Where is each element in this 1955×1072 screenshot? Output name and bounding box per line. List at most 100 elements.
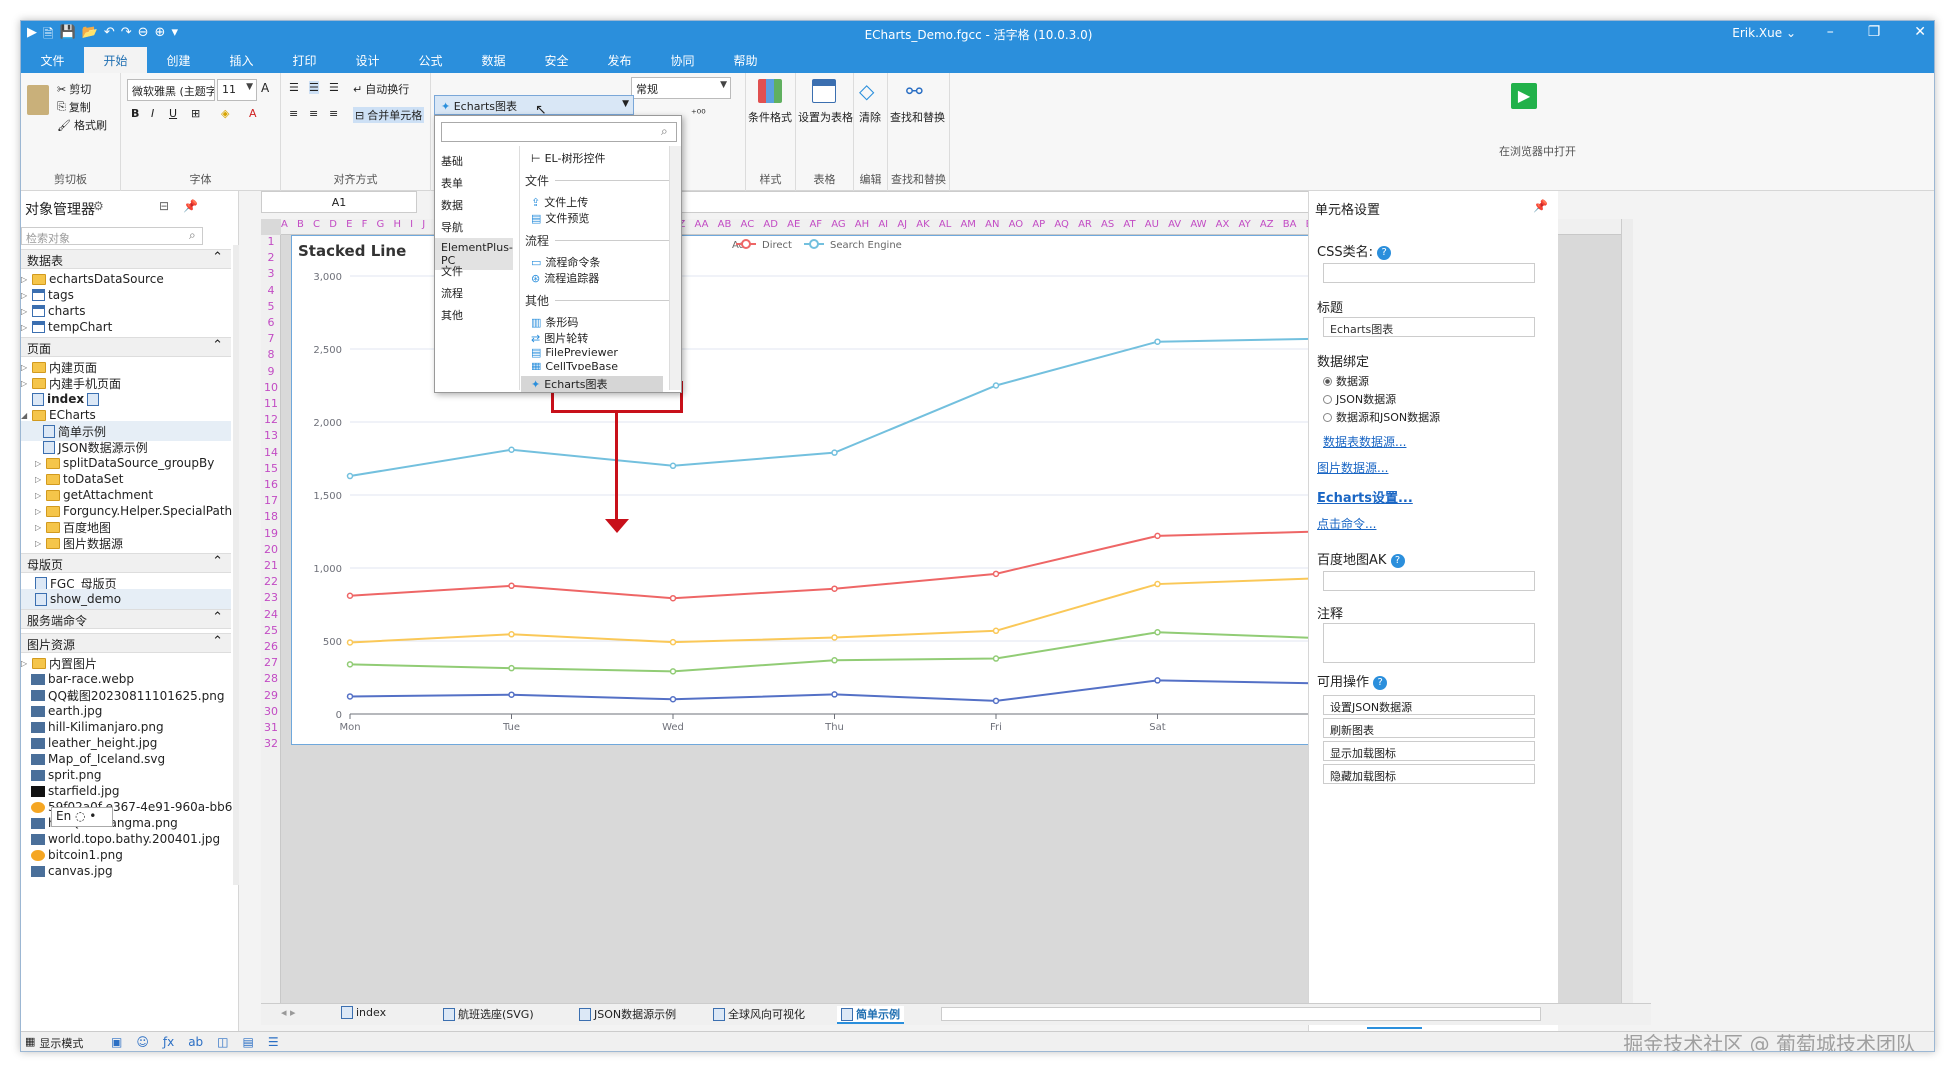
display-mode[interactable]: ▦ 显示模式 [25,1035,83,1051]
popup-category[interactable]: 表单 [435,172,513,194]
row-number[interactable]: 26 [261,640,281,653]
underline-button[interactable]: U [169,107,177,120]
row-number[interactable]: 16 [261,478,281,491]
wrap-text-button[interactable]: ↵ 自动换行 [353,81,409,97]
font-name-select[interactable]: 微软雅黑 (主题字 [127,79,215,101]
conditional-format-button[interactable] [758,79,782,103]
row-number[interactable]: 14 [261,446,281,459]
row-number[interactable]: 3 [261,267,281,280]
item-echarts[interactable]: ✦ Echarts图表 [521,376,663,392]
image-datasource-link[interactable]: 图片数据源... [1317,459,1388,476]
font-size-select[interactable]: 11 ▼ [217,79,257,101]
item-file-preview[interactable]: ▤ 文件预览 [531,210,589,226]
tab-home[interactable]: 开始 [84,47,147,73]
border-button[interactable]: ⊞ [191,107,200,120]
baidu-ak-input[interactable] [1323,571,1535,591]
popup-scrollbar[interactable] [669,146,681,390]
row-number[interactable]: 23 [261,591,281,604]
align-middle-button[interactable]: ☰ [309,81,319,94]
row-number[interactable]: 32 [261,737,281,750]
clear-button[interactable]: ◇ [859,79,874,103]
row-number[interactable]: 20 [261,543,281,556]
section-tables[interactable]: 数据表 ⌃ [21,249,231,269]
tree-item[interactable]: canvas.jpg [21,861,113,881]
row-header[interactable]: 1 2 3 4 5 6 7 8 9 10 11 12 13 14 15 16 17 18 19 20 21 22 23 24 2… [261,235,281,1005]
grow-font-button[interactable]: A [261,81,269,95]
item-barcode[interactable]: ▥ 条形码 [531,314,578,330]
help-icon[interactable]: ? [1390,553,1405,568]
find-replace-button[interactable]: ⚯ [906,79,923,103]
row-number[interactable]: 17 [261,494,281,507]
tab-create[interactable]: 创建 [147,47,210,73]
row-number[interactable]: 31 [261,721,281,734]
set-table-button[interactable] [812,79,836,103]
pin-icon[interactable]: 📌 [183,199,198,213]
tab-file[interactable]: 文件 [21,47,84,73]
sheet-tab[interactable]: JSON数据源示例 [579,1006,676,1022]
align-top-button[interactable]: ☰ [289,81,299,94]
tab-scroll-left-icon[interactable]: ◂ ▸ [281,1006,296,1019]
chart-icon[interactable]: ◫ [217,1035,228,1049]
tree-item[interactable]: ▷ tempChart [21,317,112,337]
click-command-link[interactable]: 点击命令... [1317,515,1376,532]
popup-category[interactable]: 基础 [435,150,513,172]
tab-formula[interactable]: 公式 [399,47,462,73]
vertical-scrollbar[interactable] [1621,219,1633,1005]
play-icon[interactable]: ▶ [1511,83,1537,109]
copy-button[interactable]: ⎘ 复制 [57,99,91,115]
tab-security[interactable]: 安全 [525,47,588,73]
section-server-commands[interactable]: 服务端命令 ⌃ [21,609,231,629]
row-number[interactable]: 5 [261,300,281,313]
row-number[interactable]: 27 [261,656,281,669]
align-left-button[interactable]: ≡ [289,107,298,120]
popup-category[interactable]: 文件 [435,260,513,282]
row-number[interactable]: 24 [261,608,281,621]
sheet-tab[interactable]: 航班选座(SVG) [443,1006,534,1022]
op-show-loading[interactable]: 显示加载图标 [1323,741,1535,761]
datasource-link[interactable]: 数据表数据源... [1323,433,1406,450]
popup-category[interactable]: 流程 [435,282,513,304]
cell-type-select[interactable]: ✦ Echarts图表 ▼ [434,95,634,115]
merge-cells-button[interactable]: ⊟ 合并单元格 [353,107,425,123]
note-input[interactable] [1323,623,1535,663]
row-number[interactable]: 6 [261,316,281,329]
restore-icon[interactable]: ❐ [1868,24,1881,40]
op-hide-loading[interactable]: 隐藏加载图标 [1323,764,1535,784]
row-number[interactable]: 18 [261,510,281,523]
tab-data[interactable]: 数据 [462,47,525,73]
close-icon[interactable]: ✕ [1914,24,1926,40]
italic-button[interactable]: I [151,107,154,120]
tab-print[interactable]: 打印 [273,47,336,73]
item-el-tree[interactable]: ⊢ EL-树形控件 [531,150,605,166]
sheet-tab-active[interactable]: 简单示例 [837,1006,904,1024]
section-images[interactable]: 图片资源 ⌃ [21,633,231,653]
tab-help[interactable]: 帮助 [714,47,777,73]
sheet-tab[interactable]: 全球风向可视化 [713,1006,805,1022]
settings-icon[interactable]: ⚙ [93,199,104,213]
popup-category[interactable]: 其他 [435,304,513,326]
align-bottom-button[interactable]: ☰ [329,81,339,94]
user-menu[interactable]: Erik.Xue ⌄ [1732,26,1796,40]
tab-design[interactable]: 设计 [336,47,399,73]
decimal-button[interactable]: ⁺⁰⁰ [691,107,706,120]
row-number[interactable]: 30 [261,705,281,718]
fill-color-button[interactable]: ◈ [221,107,229,120]
user-icon[interactable]: ☺ [136,1035,149,1049]
row-number[interactable]: 19 [261,527,281,540]
function-icon[interactable]: ƒx [163,1035,174,1049]
pin-icon[interactable]: 📌 [1533,199,1548,213]
format-painter-button[interactable]: 🖌 格式刷 [57,117,107,133]
number-format-select[interactable]: 常规 ▼ [631,77,731,99]
section-masters[interactable]: 母版页 ⌃ [21,553,231,573]
help-icon[interactable]: ? [1377,245,1392,260]
popup-category[interactable]: 导航 [435,216,513,238]
object-search-input[interactable]: 检索对象 [21,227,203,245]
row-number[interactable]: 29 [261,689,281,702]
popup-search-input[interactable] [441,122,677,142]
row-number[interactable]: 2 [261,251,281,264]
horizontal-scrollbar[interactable] [941,1007,1541,1021]
row-number[interactable]: 9 [261,365,281,378]
item-carousel[interactable]: ⇄ 图片轮转 [531,330,588,346]
row-number[interactable]: 13 [261,429,281,442]
terminal-icon[interactable]: ▣ [111,1035,122,1049]
